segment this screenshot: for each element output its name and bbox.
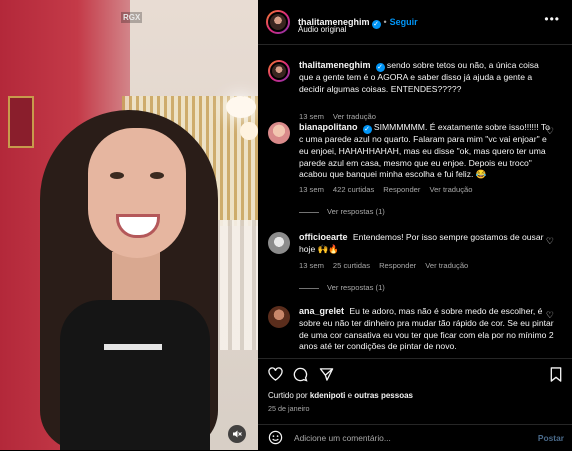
view-replies-button[interactable]: Ver respostas (1) xyxy=(299,283,385,292)
comment-likes[interactable]: 422 curtidas xyxy=(333,185,374,194)
action-bar xyxy=(258,358,572,389)
heart-icon[interactable] xyxy=(268,367,283,386)
post-panel: thalitameneghim ✓ • Seguir Áudio original •… xyxy=(258,0,572,450)
verified-badge-icon: ✓ xyxy=(375,63,385,72)
bookmark-icon[interactable] xyxy=(550,367,562,387)
likes-summary: Curtido por kdenipoti e outras pessoas xyxy=(268,391,413,400)
post-video[interactable]: RGX xyxy=(0,0,258,450)
more-horizontal-icon[interactable]: ••• xyxy=(544,12,560,26)
comment-input[interactable]: Adicione um comentário... xyxy=(294,433,391,443)
comment-text: officioearte Entendemos! Por isso sempre… xyxy=(299,232,555,256)
comment-time[interactable]: 13 sem xyxy=(299,112,324,121)
left-eye xyxy=(110,172,124,179)
heart-icon[interactable]: ♡ xyxy=(546,236,554,247)
comment-icon[interactable] xyxy=(293,367,308,387)
right-eye xyxy=(150,172,164,179)
liked-by-user[interactable]: kdenipoti xyxy=(310,391,346,400)
author-avatar[interactable] xyxy=(266,10,290,34)
view-replies-button[interactable]: Ver respostas (1) xyxy=(299,207,385,216)
avatar[interactable] xyxy=(268,232,290,254)
translate-link[interactable]: Ver tradução xyxy=(425,261,468,270)
likes-prefix: Curtido por xyxy=(268,391,308,400)
reply-button[interactable]: Responder xyxy=(383,185,420,194)
comment-meta: 13 sem Ver tradução xyxy=(299,112,385,121)
likes-connector: e xyxy=(347,391,353,400)
likes-others-link[interactable]: outras pessoas xyxy=(354,391,413,400)
top-stripe xyxy=(104,344,162,350)
comments-list: thalitameneghim ✓ sendo sobre tetos ou nã… xyxy=(258,45,572,357)
add-comment-bar: Adicione um comentário... Postar xyxy=(258,424,572,451)
avatar[interactable] xyxy=(268,60,290,82)
pendant-lamp xyxy=(226,96,256,118)
post-header: thalitameneghim ✓ • Seguir Áudio original •… xyxy=(258,0,572,45)
pendant-lamp-small xyxy=(240,122,258,140)
verified-badge-icon: ✓ xyxy=(371,20,381,29)
avatar[interactable] xyxy=(268,122,290,144)
comment-text: thalitameneghim ✓ sendo sobre tetos ou nã… xyxy=(299,60,555,96)
separator-dot: • xyxy=(383,17,387,27)
comment-username[interactable]: thalitameneghim xyxy=(299,60,371,70)
comment-time[interactable]: 13 sem xyxy=(299,185,324,194)
comment-text: ana_grelet Eu te adoro, mas não é sobre … xyxy=(299,306,555,353)
heart-icon[interactable]: ♡ xyxy=(546,126,554,137)
verified-badge-icon: ✓ xyxy=(362,125,372,134)
translate-link[interactable]: Ver tradução xyxy=(333,112,376,121)
heart-icon[interactable]: ♡ xyxy=(546,310,554,321)
video-watermark: RGX xyxy=(121,12,143,23)
reply-button[interactable]: Responder xyxy=(379,261,416,270)
avatar[interactable] xyxy=(268,306,290,328)
comment-username[interactable]: bianapolitano xyxy=(299,122,358,132)
comment-likes[interactable]: 25 curtidas xyxy=(333,261,370,270)
emoji-icon[interactable] xyxy=(268,430,283,450)
speaker-muted-icon[interactable] xyxy=(228,425,246,443)
comment-username[interactable]: ana_grelet xyxy=(299,306,344,316)
share-icon[interactable] xyxy=(319,367,334,387)
comment-username[interactable]: officioearte xyxy=(299,232,348,242)
person-top xyxy=(60,300,210,450)
post-button[interactable]: Postar xyxy=(538,433,564,443)
comment-time[interactable]: 13 sem xyxy=(299,261,324,270)
wall-frame xyxy=(8,96,34,148)
person-face xyxy=(88,128,186,258)
audio-label[interactable]: Áudio original xyxy=(298,25,346,34)
translate-link[interactable]: Ver tradução xyxy=(429,185,472,194)
comment-meta: 13 sem 25 curtidas Responder Ver tradução xyxy=(299,261,477,270)
comment-text: bianapolitano ✓ SIMMMMMM. É exatamente so… xyxy=(299,122,555,181)
follow-button[interactable]: Seguir xyxy=(390,17,418,27)
post-date[interactable]: 25 de janeiro xyxy=(268,404,310,413)
comment-meta: 13 sem 422 curtidas Responder Ver tradução xyxy=(299,185,482,194)
